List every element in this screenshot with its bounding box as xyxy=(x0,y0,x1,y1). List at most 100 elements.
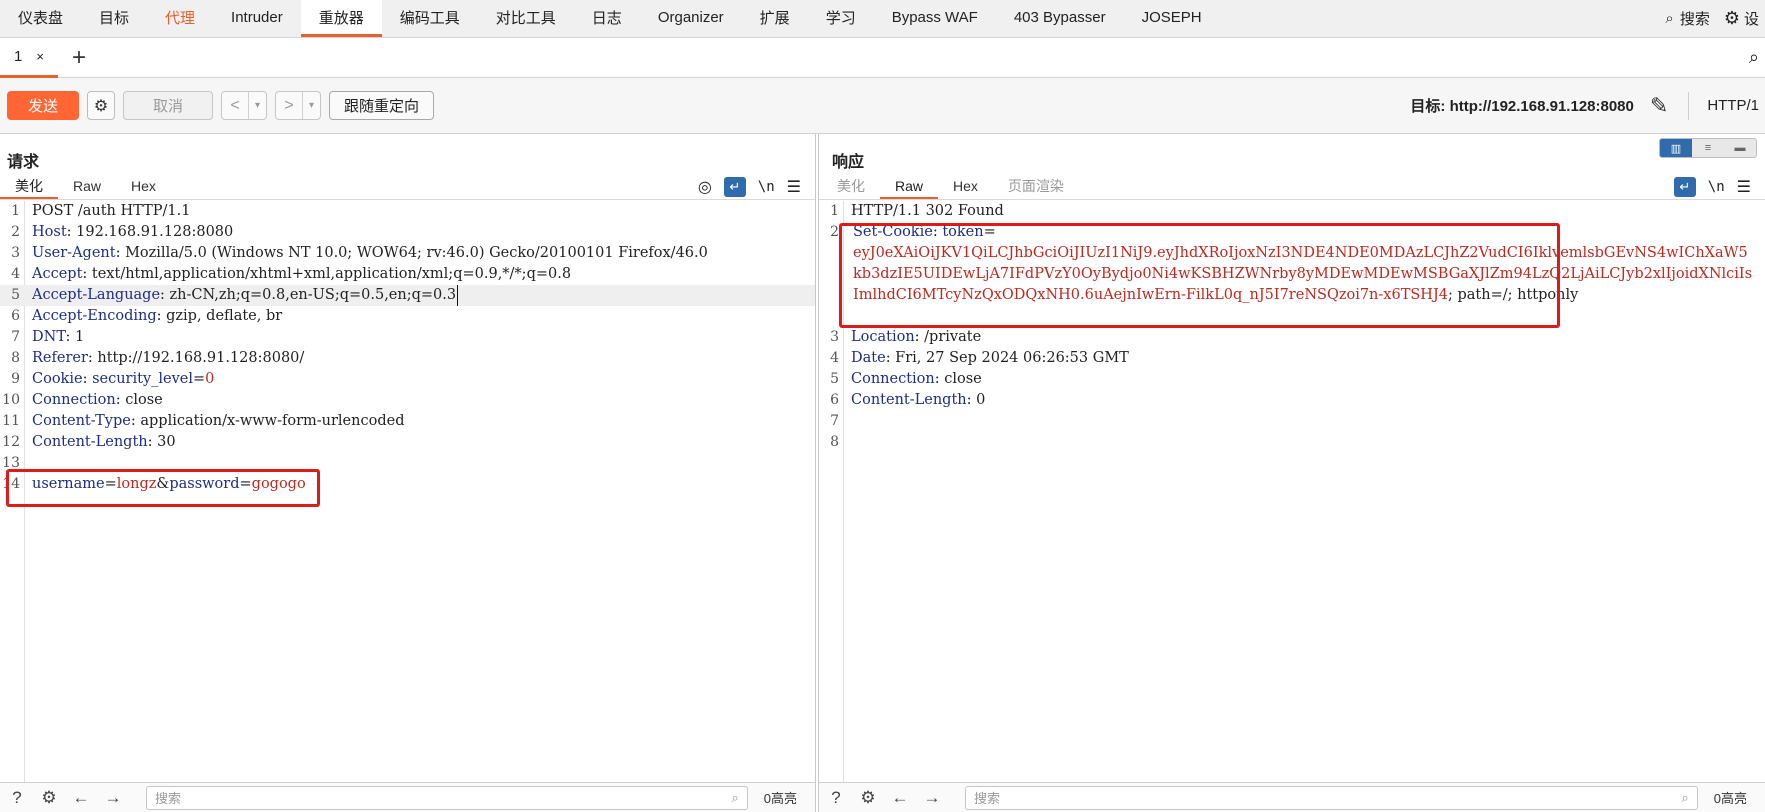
code-token: = xyxy=(239,476,252,492)
follow-redirect-button[interactable]: 跟随重定向 xyxy=(329,91,435,120)
response-editor[interactable]: 1 HTTP/1.1 302 Found 2 Set-Cookie: token… xyxy=(819,201,1765,782)
nav-tab[interactable]: JOSEPH xyxy=(1124,0,1220,37)
line-number: 4 xyxy=(11,266,20,282)
request-line: 5 Accept-Language: zh-CN,zh;q=0.8,en-US;q… xyxy=(0,285,815,306)
add-tab-button[interactable]: + xyxy=(58,44,100,72)
code-token: : close xyxy=(115,392,163,408)
menu-icon[interactable]: ☰ xyxy=(787,177,801,197)
back-button-group[interactable]: < ▾ xyxy=(221,91,267,120)
code-token: Accept-Language xyxy=(32,287,161,303)
single-view-icon[interactable]: ▬ xyxy=(1724,139,1756,157)
forward-arrow-icon[interactable]: > xyxy=(276,92,302,119)
protocol-selector[interactable]: HTTP/1 xyxy=(1697,97,1765,114)
code-token: : xyxy=(82,371,93,387)
help-icon[interactable]: ? xyxy=(4,785,30,811)
nav-tab[interactable]: 代理 xyxy=(147,0,213,37)
nav-tab[interactable]: 目标 xyxy=(81,0,147,37)
code-token: Host xyxy=(32,224,67,240)
response-search-input[interactable]: 搜索 ⌕ xyxy=(965,785,1698,810)
response-line: 7 xyxy=(819,411,1765,432)
settings-button[interactable]: ⚙ 设 xyxy=(1718,0,1765,37)
code-token: : Mozilla/5.0 (Windows NT 10.0; WOW64; r… xyxy=(115,245,708,261)
line-code: Content-Length: 0 xyxy=(851,390,985,411)
global-search[interactable]: ⌕ 搜索 xyxy=(1657,0,1717,37)
status-line: HTTP/1.1 302 Found xyxy=(851,203,1004,219)
code-token: Content-Length xyxy=(32,434,148,450)
help-icon[interactable]: ? xyxy=(823,785,849,811)
split-view-icon[interactable]: ▥ xyxy=(1660,139,1692,157)
nav-tab[interactable]: 对比工具 xyxy=(478,0,574,37)
line-number: 3 xyxy=(11,245,20,261)
code-token: : Fri, 27 Sep 2024 06:26:53 GMT xyxy=(885,350,1129,366)
cancel-button[interactable]: 取消 xyxy=(123,91,213,120)
search-placeholder: 搜索 xyxy=(974,791,1001,806)
next-match-icon[interactable]: → xyxy=(100,785,126,811)
word-wrap-icon[interactable]: ↵ xyxy=(1673,176,1696,197)
settings-label: 设 xyxy=(1743,11,1759,28)
request-view-tab[interactable]: Raw xyxy=(58,174,116,199)
request-line: 6 Accept-Encoding: gzip, deflate, br xyxy=(0,306,815,327)
repeater-tab-row: 1 × + ⌕ xyxy=(0,38,1765,78)
request-editor[interactable]: 1 POST /auth HTTP/1.1 2 Host: 192.168.91.12… xyxy=(0,201,815,782)
nav-tab[interactable]: 重放器 xyxy=(300,0,382,37)
send-settings-button[interactable]: ⚙ xyxy=(87,91,115,120)
newline-toggle[interactable]: \n xyxy=(758,179,775,195)
response-view-tab[interactable]: Raw xyxy=(880,174,939,199)
nav-tab[interactable]: Organizer xyxy=(640,0,742,37)
line-code: username=longz&password=gogogo xyxy=(32,474,306,495)
response-editor-tools: ↵ \n ☰ xyxy=(1673,174,1765,199)
back-arrow-icon[interactable]: < xyxy=(222,92,248,119)
nav-tab[interactable]: 日志 xyxy=(574,0,640,37)
repeater-tab-1[interactable]: 1 × xyxy=(0,38,58,78)
layout-toggle[interactable]: ▥ ≡ ▬ xyxy=(1659,138,1757,158)
jwt-token-value: eyJ0eXAiOiJKV1QiLCJhbGciOiJIUzI1NiJ9.eyJ… xyxy=(853,245,1753,303)
nav-tab[interactable]: 编码工具 xyxy=(382,0,478,37)
back-dropdown-icon[interactable]: ▾ xyxy=(248,92,266,119)
stacked-view-icon[interactable]: ≡ xyxy=(1692,139,1724,157)
response-line: 8 xyxy=(819,432,1765,453)
next-match-icon[interactable]: → xyxy=(919,785,945,811)
code-token: POST /auth HTTP/1.1 xyxy=(32,203,191,219)
request-line: 1 POST /auth HTTP/1.1 xyxy=(0,201,815,222)
nav-tab[interactable]: 学习 xyxy=(808,0,874,37)
close-tab-icon[interactable]: × xyxy=(36,49,44,64)
gear-icon[interactable]: ⚙ xyxy=(855,785,881,811)
edit-target-icon[interactable]: ✎ xyxy=(1650,93,1668,119)
hide-eye-icon[interactable]: ◎ xyxy=(698,177,712,197)
prev-match-icon[interactable]: ← xyxy=(68,785,94,811)
request-line: 2 Host: 192.168.91.128:8080 xyxy=(0,222,815,243)
line-number: 11 xyxy=(2,413,20,429)
line-number: 1 xyxy=(830,203,839,219)
gear-icon[interactable]: ⚙ xyxy=(36,785,62,811)
search-icon: ⌕ xyxy=(1665,10,1674,27)
menu-icon[interactable]: ☰ xyxy=(1737,177,1751,197)
nav-tab[interactable]: Intruder xyxy=(213,0,301,37)
response-view-tab[interactable]: Hex xyxy=(938,174,993,199)
code-token: = xyxy=(193,371,206,387)
search-icon: ⌕ xyxy=(1681,789,1689,805)
forward-dropdown-icon[interactable]: ▾ xyxy=(302,92,320,119)
tab-search-icon[interactable]: ⌕ xyxy=(1749,47,1765,68)
nav-tab[interactable]: 403 Bypasser xyxy=(996,0,1124,37)
nav-tab[interactable]: Bypass WAF xyxy=(874,0,996,37)
forward-button-group[interactable]: > ▾ xyxy=(275,91,321,120)
request-tab-list: 美化 Raw Hex xyxy=(0,174,171,199)
nav-tab[interactable]: 扩展 xyxy=(742,0,808,37)
response-view-tab[interactable]: 美化 xyxy=(822,174,880,199)
line-number: 2 xyxy=(11,224,20,240)
response-search-bar: ? ⚙ ← → 搜索 ⌕ 0高亮 xyxy=(819,782,1765,812)
line-code: Content-Type: application/x-www-form-url… xyxy=(32,411,404,432)
response-line: 5 Connection: close xyxy=(819,369,1765,390)
response-view-tab[interactable]: 页面渲染 xyxy=(993,174,1079,199)
newline-toggle[interactable]: \n xyxy=(1708,179,1725,195)
prev-match-icon[interactable]: ← xyxy=(887,785,913,811)
response-line: 6 Content-Length: 0 xyxy=(819,390,1765,411)
request-search-input[interactable]: 搜索 ⌕ xyxy=(146,785,748,810)
line-code: Content-Length: 30 xyxy=(32,432,176,453)
word-wrap-icon[interactable]: ↵ xyxy=(723,176,746,197)
code-token: username xyxy=(32,476,105,492)
nav-tab[interactable]: 仪表盘 xyxy=(0,0,81,37)
send-button[interactable]: 发送 xyxy=(7,91,79,120)
request-view-tab[interactable]: Hex xyxy=(116,174,171,199)
request-view-tab[interactable]: 美化 xyxy=(0,174,58,199)
